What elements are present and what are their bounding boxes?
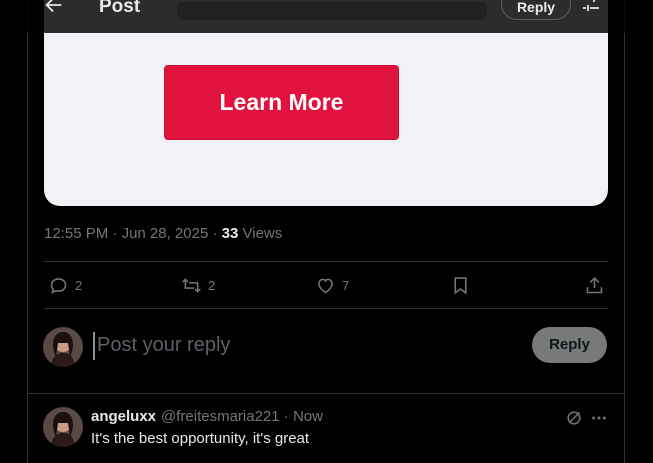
page-title: Post bbox=[99, 0, 141, 17]
header-reply-button[interactable]: Reply bbox=[501, 0, 571, 20]
meta-separator: · bbox=[208, 225, 222, 242]
comment-icon bbox=[50, 277, 67, 294]
divider bbox=[27, 393, 625, 394]
avatar-image bbox=[43, 327, 83, 367]
like-action[interactable]: 7 bbox=[315, 274, 349, 296]
post-date[interactable]: Jun 28, 2025 bbox=[122, 225, 209, 242]
reply-action[interactable]: 2 bbox=[48, 274, 82, 296]
back-arrow-icon[interactable] bbox=[43, 0, 65, 16]
grok-icon[interactable] bbox=[565, 409, 583, 427]
share-action[interactable] bbox=[584, 274, 605, 296]
post-time[interactable]: 12:55 PM bbox=[44, 225, 108, 242]
divider bbox=[44, 261, 608, 262]
repost-action[interactable]: 2 bbox=[181, 274, 215, 296]
reply-count: 2 bbox=[75, 277, 83, 293]
views-label: Views bbox=[238, 225, 283, 242]
reply-avatar[interactable] bbox=[43, 407, 83, 447]
reply-time[interactable]: Now bbox=[293, 408, 323, 425]
reply-submit-button[interactable]: Reply bbox=[532, 327, 607, 363]
reply-handle[interactable]: @freitesmaria221 bbox=[161, 408, 280, 425]
avatar[interactable] bbox=[43, 327, 83, 367]
header-ghost bbox=[177, 2, 487, 20]
repost-icon bbox=[182, 277, 201, 293]
reply-author-meta: @freitesmaria221 · Now bbox=[161, 408, 323, 425]
meta-separator: · bbox=[279, 408, 293, 425]
reply-author-name[interactable]: angeluxx bbox=[91, 408, 156, 425]
post-meta: 12:55 PM · Jun 28, 2025 · 33 Views bbox=[44, 225, 282, 242]
like-count: 7 bbox=[342, 277, 350, 293]
learn-more-button[interactable]: Learn More bbox=[164, 65, 399, 140]
heart-icon bbox=[318, 278, 333, 293]
reply-input[interactable]: Post your reply bbox=[93, 332, 513, 360]
bookmark-action[interactable] bbox=[450, 274, 471, 296]
meta-separator: · bbox=[108, 225, 122, 242]
avatar-image bbox=[43, 407, 83, 447]
views-count: 33 bbox=[221, 225, 239, 242]
top-header: Post Reply bbox=[27, 0, 625, 33]
share-icon bbox=[586, 276, 603, 293]
settings-sliders-icon[interactable] bbox=[581, 0, 601, 14]
reply-text: It's the best opportunity, it's great bbox=[91, 430, 310, 447]
divider bbox=[44, 308, 608, 309]
repost-count: 2 bbox=[208, 277, 216, 293]
more-options-icon[interactable] bbox=[590, 409, 608, 427]
bookmark-icon bbox=[454, 276, 467, 295]
